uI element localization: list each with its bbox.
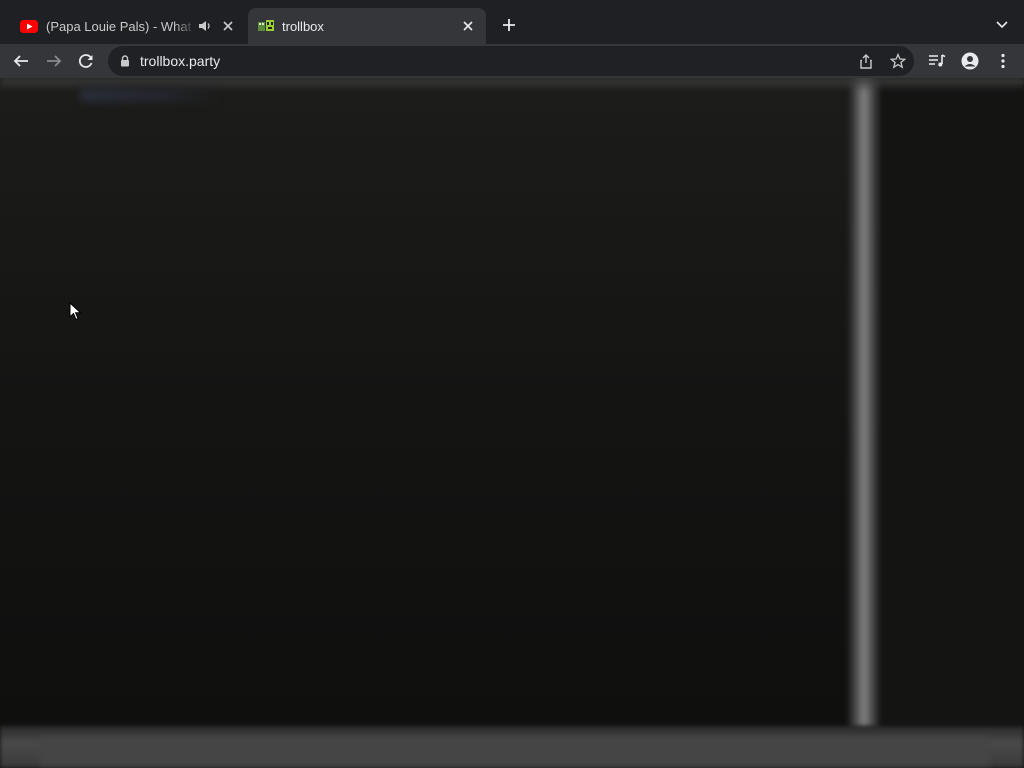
tab-strip: (Papa Louie Pals) - What do trollbox: [0, 0, 1024, 44]
new-tab-button[interactable]: [497, 13, 521, 37]
media-icon: [929, 54, 946, 67]
browser-toolbar: trollbox.party: [0, 44, 1024, 78]
youtube-icon: [20, 19, 38, 33]
mouse-cursor-icon: [69, 301, 83, 322]
menu-icon: [1001, 53, 1005, 69]
tab-search-button[interactable]: [990, 13, 1014, 37]
back-icon: [13, 55, 28, 67]
back-button[interactable]: [8, 48, 34, 74]
media-control-button[interactable]: [924, 48, 950, 74]
share-button[interactable]: [855, 50, 877, 72]
lock-icon[interactable]: [120, 55, 130, 67]
tab-title: trollbox: [282, 18, 324, 34]
speaker-icon[interactable]: [196, 17, 214, 35]
chat-input[interactable]: [40, 738, 990, 766]
address-bar[interactable]: trollbox.party: [108, 46, 914, 76]
close-icon[interactable]: [458, 16, 478, 36]
plus-icon: [503, 19, 515, 31]
forward-button[interactable]: [41, 48, 67, 74]
page-content: [0, 78, 1024, 768]
chevron-down-icon: [996, 21, 1008, 29]
tab-title: (Papa Louie Pals) - What do: [46, 18, 196, 34]
profile-button[interactable]: [957, 48, 983, 74]
profile-icon: [961, 52, 979, 70]
reload-icon: [79, 54, 93, 68]
reload-button[interactable]: [73, 48, 99, 74]
menu-button[interactable]: [990, 48, 1016, 74]
chat-messages-area[interactable]: [0, 84, 848, 724]
user-list-panel[interactable]: [880, 84, 1024, 724]
tab-trollbox[interactable]: trollbox: [248, 8, 486, 44]
share-icon: [860, 53, 872, 69]
url-text: trollbox.party: [140, 53, 221, 69]
tab-youtube[interactable]: (Papa Louie Pals) - What do: [8, 8, 246, 44]
panel-divider: [848, 78, 880, 728]
trollbox-icon: [258, 19, 274, 33]
star-icon: [890, 53, 906, 69]
close-icon[interactable]: [218, 16, 238, 36]
blurred-header-text: [80, 88, 220, 102]
forward-icon: [47, 55, 62, 67]
bookmark-button[interactable]: [887, 50, 909, 72]
